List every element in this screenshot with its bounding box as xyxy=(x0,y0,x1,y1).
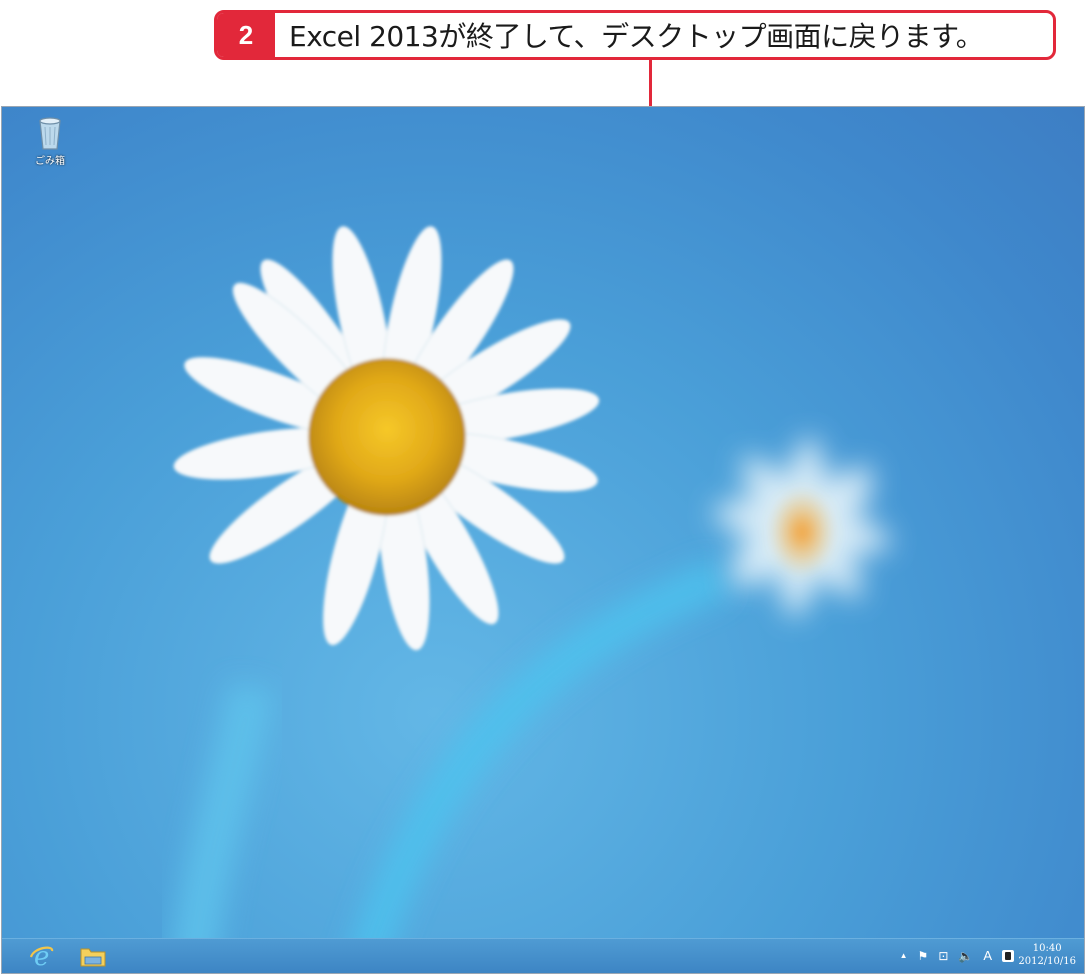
clock-date: 2012/10/16 xyxy=(1018,956,1076,967)
recycle-bin-icon xyxy=(39,117,61,150)
taskbar-clock[interactable]: 10:40 2012/10/16 xyxy=(1018,942,1076,968)
action-center-flag-icon[interactable]: ⚑ xyxy=(918,949,929,963)
desktop[interactable]: ごみ箱 e ▲ ⚑ ⊡ 🔈 A 10:40 2012/10/16 xyxy=(1,106,1085,974)
volume-icon[interactable]: 🔈 xyxy=(958,949,973,963)
show-hidden-icons-button[interactable]: ▲ xyxy=(900,951,908,960)
ime-mode-indicator[interactable]: A xyxy=(983,948,992,963)
ime-icon[interactable] xyxy=(1002,949,1014,962)
internet-explorer-icon: e xyxy=(29,943,54,969)
taskbar-file-explorer-button[interactable] xyxy=(75,941,111,971)
desktop-icon-recycle-bin[interactable]: ごみ箱 xyxy=(26,115,74,167)
daisy-wallpaper xyxy=(169,226,891,973)
taskbar-internet-explorer-button[interactable]: e xyxy=(24,941,60,971)
folder-icon xyxy=(80,948,106,967)
instruction-callout: 2 Excel 2013が終了して、デスクトップ画面に戻ります。 xyxy=(214,10,1056,60)
recycle-bin-label: ごみ箱 xyxy=(35,156,65,167)
clock-time: 10:40 xyxy=(1032,943,1062,954)
step-number: 2 xyxy=(217,13,275,57)
network-icon[interactable]: ⊡ xyxy=(938,949,948,963)
instruction-text: Excel 2013が終了して、デスクトップ画面に戻ります。 xyxy=(289,20,984,53)
notification-area: ▲ ⚑ ⊡ 🔈 A xyxy=(900,948,1014,963)
taskbar: e ▲ ⚑ ⊡ 🔈 A 10:40 2012/10/16 xyxy=(2,938,1084,973)
